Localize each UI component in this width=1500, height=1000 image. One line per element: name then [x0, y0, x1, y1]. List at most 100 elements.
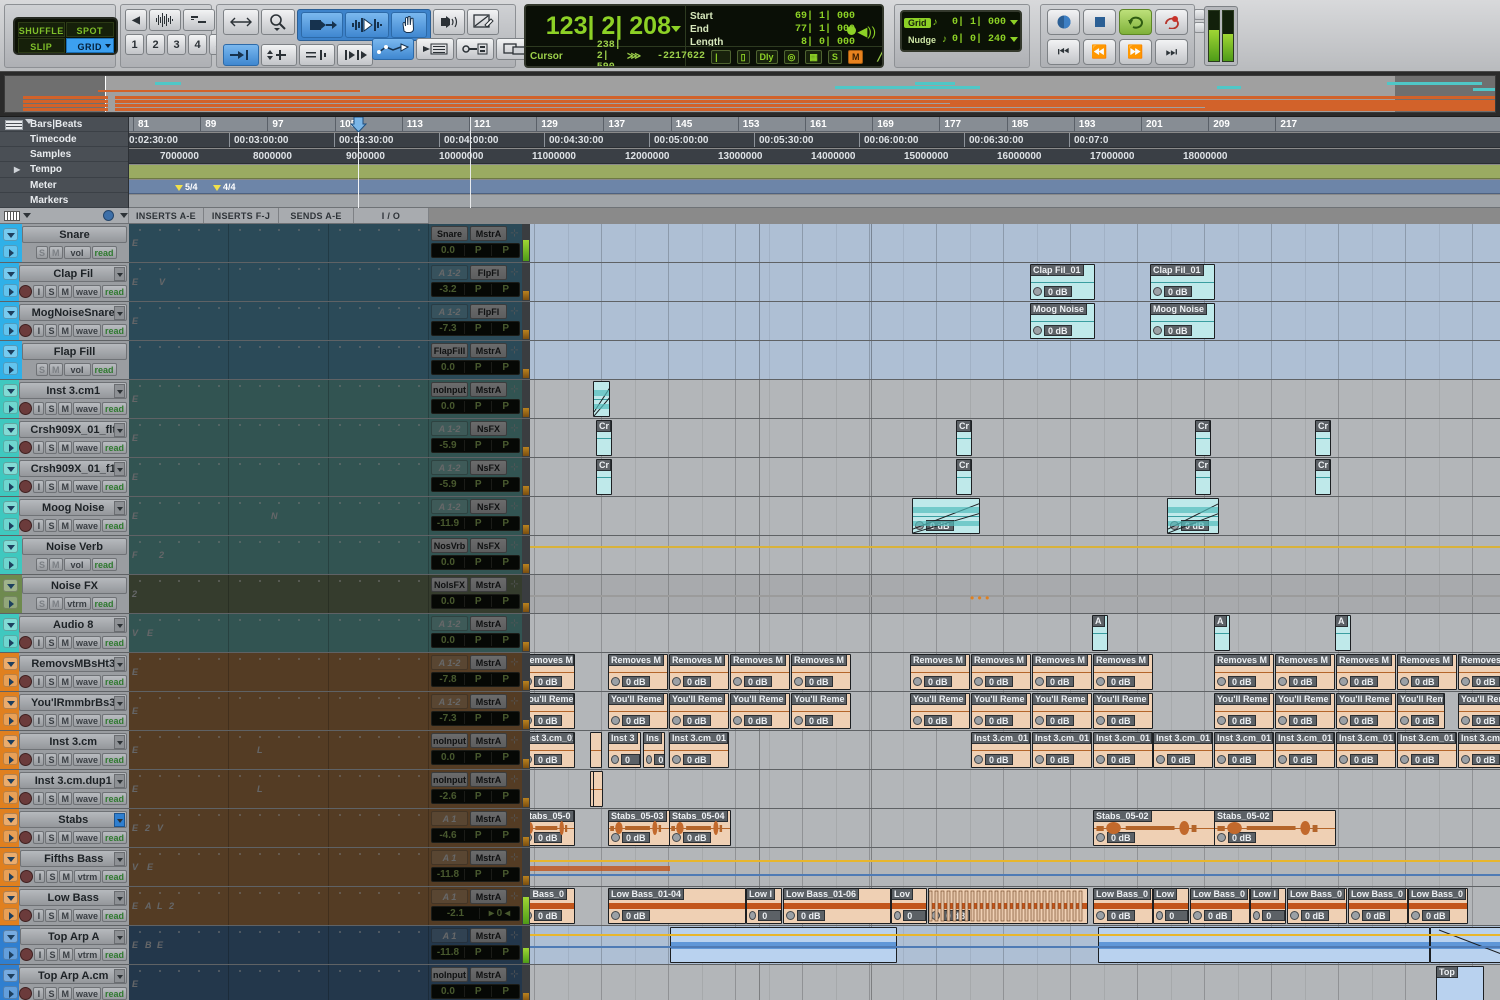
clip[interactable] — [593, 381, 610, 417]
volume-value[interactable]: 0.0 — [432, 245, 464, 256]
insert-slot[interactable] — [289, 811, 307, 819]
insert-slot[interactable] — [170, 616, 188, 624]
clip[interactable]: Cr — [956, 420, 972, 456]
edit-mode-selector[interactable]: SHUFFLE SPOT SLIP GRID — [13, 17, 118, 55]
insert-column[interactable]: E — [129, 653, 229, 691]
insert-slot[interactable] — [409, 382, 427, 390]
track-color-strip[interactable] — [0, 926, 21, 964]
track-view-mode-button[interactable]: wave — [72, 675, 101, 688]
record-enable-button[interactable] — [19, 987, 33, 1000]
track-controls[interactable]: S Mvol read — [22, 245, 127, 260]
insert-slot[interactable] — [130, 655, 148, 663]
track-row[interactable]: Flap Fill S Mvol read FlapFill MstrA ⊹ 0.0 P P — [0, 341, 1500, 380]
insert-column[interactable]: EBE — [129, 926, 229, 964]
insert-slot[interactable] — [209, 577, 227, 585]
insert-slot[interactable] — [270, 694, 288, 702]
track-row[interactable]: Audio 8 I S Mwave read V E A 1-2 MstrA ⊹ 0.0 P P A A A — [0, 614, 1500, 653]
input-monitor-button[interactable]: I — [33, 714, 45, 727]
insert-slot[interactable] — [309, 811, 327, 819]
output-path-button[interactable]: Snare — [431, 226, 468, 241]
track-color-strip[interactable] — [0, 341, 22, 379]
clip[interactable]: You'll Reme 0 dB — [910, 693, 970, 729]
insert-slot[interactable] — [409, 577, 427, 585]
track-expand-icon[interactable] — [3, 284, 18, 297]
track-color-strip[interactable] — [0, 692, 20, 730]
insert-slot[interactable] — [350, 265, 368, 273]
insert-slot[interactable] — [209, 694, 227, 702]
clip-gain-knob-icon[interactable] — [1153, 326, 1162, 335]
track-color-strip[interactable] — [0, 848, 21, 886]
track-header-controls[interactable]: Top Arp A.cm I S Mwave read — [19, 965, 129, 1000]
insert-column[interactable] — [329, 302, 429, 340]
clip-gain-knob-icon[interactable] — [1400, 677, 1409, 686]
clip-gain-value[interactable]: 0 dB — [1289, 715, 1317, 726]
automation-line[interactable] — [530, 595, 1500, 597]
clip-gain-control[interactable]: 0 dB — [1461, 754, 1500, 765]
track-view-mode-button[interactable]: vtrm — [73, 948, 101, 961]
record-enable-button[interactable] — [19, 636, 33, 649]
insert-column[interactable] — [229, 419, 329, 457]
insert-slot[interactable] — [209, 850, 227, 858]
bus-assign-button[interactable]: MstrA — [470, 733, 507, 748]
tempo-ramp-icon[interactable]: ╱ — [877, 51, 882, 62]
insert-slot[interactable] — [409, 928, 427, 936]
track-playlist-lane[interactable] — [530, 224, 1500, 262]
insert-column[interactable] — [229, 809, 329, 847]
clip-gain-knob-icon[interactable] — [1217, 716, 1226, 725]
insert-column[interactable]: VE — [129, 614, 229, 652]
clip[interactable]: You'll Reme 0 dB — [1336, 693, 1396, 729]
fast-forward-icon[interactable]: ⏩ — [1119, 39, 1152, 65]
clip[interactable]: Clap Fil_01 0 dB — [1030, 264, 1095, 300]
track-playlist-lane[interactable] — [530, 536, 1500, 574]
insert-slot[interactable] — [230, 850, 248, 858]
io-column[interactable]: noInput MstrA ⊹ 0.0 P P — [429, 380, 522, 418]
clip[interactable]: You'll Reme 0 dB — [530, 693, 575, 729]
pan-display[interactable]: P — [463, 518, 492, 529]
track-collapse-icon[interactable] — [3, 852, 18, 865]
track-view-mode-button[interactable]: vol — [63, 363, 91, 376]
track-collapse-icon[interactable] — [3, 891, 18, 904]
track-color-strip[interactable] — [0, 458, 20, 496]
insert-slot[interactable] — [209, 733, 227, 741]
input-monitor-button[interactable]: I — [33, 753, 45, 766]
io-column[interactable]: A 1-2 FlpFl ⊹ -3.2 P P — [429, 263, 522, 301]
track-collapse-icon[interactable] — [3, 423, 18, 436]
insert-slot[interactable] — [150, 772, 168, 780]
clip-gain-value[interactable]: 0 dB — [683, 715, 711, 726]
clip[interactable]: Inst 3.cm_01 0 dB — [1275, 732, 1335, 768]
insert-slot[interactable] — [250, 967, 268, 975]
clip[interactable]: Inst 3.cm_01 0 dB — [1458, 732, 1500, 768]
insert-slot[interactable] — [150, 226, 168, 234]
volume-value[interactable]: -7.3 — [432, 713, 464, 724]
track-expand-icon[interactable] — [3, 947, 18, 960]
clip-gain-value[interactable]: 0 dB — [1044, 286, 1072, 297]
ruler-name-bars[interactable]: Bars|Beats — [0, 117, 128, 132]
track-header-controls[interactable]: Clap Fil I S Mwave read — [19, 263, 129, 301]
clip-gain-control[interactable]: 0 dB — [1339, 676, 1378, 687]
insert-slot[interactable] — [370, 265, 388, 273]
inserts-sends-area[interactable]: E — [129, 458, 429, 496]
insert-slot[interactable] — [150, 382, 168, 390]
solo-button[interactable]: S — [36, 558, 49, 571]
column-sends-ae[interactable]: SENDS A-E — [279, 208, 354, 223]
insert-slot[interactable] — [389, 928, 407, 936]
clip[interactable]: Clap Fil_01 0 dB — [1150, 264, 1215, 300]
track-controls[interactable]: S Mvtrm read — [22, 596, 127, 611]
insert-slot[interactable] — [130, 928, 148, 936]
ruler-name-tempo[interactable]: ▶ Tempo — [0, 162, 128, 178]
insert-column[interactable] — [329, 887, 429, 925]
clip-gain-knob-icon[interactable] — [1461, 677, 1470, 686]
volume-value[interactable]: -5.9 — [432, 479, 464, 490]
insert-column[interactable] — [329, 341, 429, 379]
track-menu-chevron-icon[interactable] — [114, 813, 125, 827]
track-header[interactable]: Fifths Bass I S Mvtrm read — [0, 848, 129, 886]
insert-slot[interactable] — [289, 343, 307, 351]
column-io[interactable]: I / O — [354, 208, 429, 223]
clip-gain-knob-icon[interactable] — [530, 716, 532, 725]
insert-column[interactable] — [229, 653, 329, 691]
clip[interactable]: Cr — [1195, 459, 1211, 495]
insert-slot[interactable] — [309, 382, 327, 390]
insert-slot[interactable] — [209, 382, 227, 390]
insert-column[interactable]: L — [229, 731, 329, 769]
solo-button[interactable]: S — [45, 792, 58, 805]
